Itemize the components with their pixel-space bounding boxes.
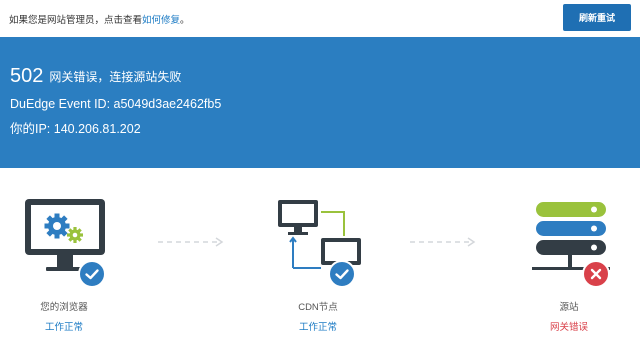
admin-notice-text: 如果您是网站管理员，点击查看 <box>9 15 143 26</box>
dashed-arrow-icon <box>410 237 476 247</box>
error-code: 502 <box>10 65 44 87</box>
admin-notice: 如果您是网站管理员，点击查看如何修复。 <box>9 12 190 26</box>
step-browser-label: 您的浏览器 <box>40 302 88 313</box>
step-cdn-label: CDN节点 <box>298 302 338 313</box>
admin-notice-suffix: 。 <box>180 15 190 26</box>
step-origin-status: 网关错误 <box>549 322 588 333</box>
check-badge-icon <box>78 260 106 288</box>
refresh-retry-button[interactable]: 刷新重试 <box>563 4 631 31</box>
error-heading: 502 网关错误，连接源站失败 <box>10 65 181 88</box>
how-to-fix-link[interactable]: 如何修复 <box>142 15 180 26</box>
event-id: DuEdge Event ID: a5049d3ae2462fb5 <box>10 97 222 111</box>
step-cdn-status: 工作正常 <box>298 322 337 333</box>
top-bar: 如果您是网站管理员，点击查看如何修复。 刷新重试 <box>0 0 640 37</box>
error-badge-icon <box>582 260 610 288</box>
error-message: 网关错误，连接源站失败 <box>49 70 182 84</box>
step-browser-status: 工作正常 <box>44 322 83 333</box>
client-ip: 你的IP: 140.206.81.202 <box>10 122 141 136</box>
step-origin-label: 源站 <box>559 302 579 313</box>
error-banner: 502 网关错误，连接源站失败 DuEdge Event ID: a5049d3a… <box>0 37 640 168</box>
dashed-arrow-icon <box>158 237 224 247</box>
check-badge-icon <box>328 260 356 288</box>
